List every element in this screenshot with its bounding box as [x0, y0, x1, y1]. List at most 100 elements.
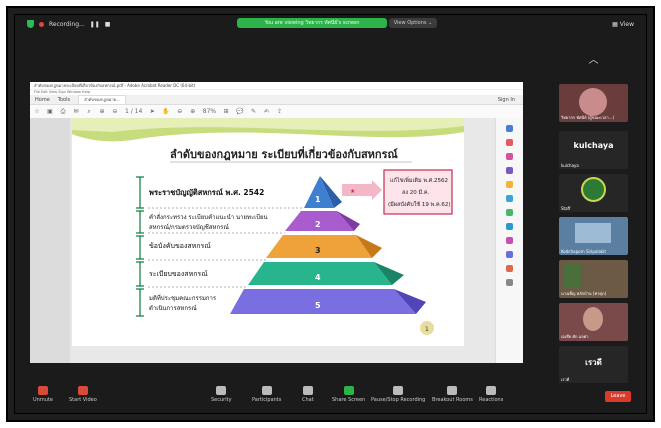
- participant-tile[interactable]: เรวดี เรวดี: [559, 346, 628, 384]
- leave-button[interactable]: Leave: [605, 391, 631, 402]
- participant-tile[interactable]: วิทยากร ทัศนีย์ (ผู้ขณะเวลา...): [559, 84, 628, 122]
- participant-name: เรวดี: [561, 377, 570, 382]
- start-video-button[interactable]: Start Video: [69, 386, 97, 403]
- zoom-level[interactable]: 87%: [203, 108, 216, 115]
- scroll-up-icon[interactable]: ︿: [529, 51, 646, 66]
- level-5-label-a: มติที่ประชุมคณะกรรมการ: [149, 294, 217, 302]
- export-pdf-icon[interactable]: [506, 139, 513, 146]
- redact-icon[interactable]: [506, 265, 513, 272]
- email-icon[interactable]: ✉: [73, 108, 79, 115]
- chat-button[interactable]: Chat: [302, 386, 314, 403]
- stop-icon[interactable]: ■: [105, 21, 111, 28]
- outer-frame: Recording... ❚❚ ■ You are viewing วิทยาก…: [6, 6, 655, 422]
- level-4-label: ระเบียบของสหกรณ์: [149, 270, 208, 278]
- left-margin: [30, 118, 70, 363]
- tab-document[interactable]: ลำดับของกฎหมาย...: [78, 95, 126, 104]
- unmute-button[interactable]: Unmute: [33, 386, 53, 403]
- participants-panel: ︿ วิทยากร ทัศนีย์ (ผู้ขณะเวลา...) kulcha…: [529, 37, 646, 398]
- level-4-number: 4: [315, 273, 321, 282]
- level-2-label-a: คำสั่งกระทรวง ระเบียบคำแนะนำ นายทะเบียน: [149, 213, 268, 221]
- participant-name-large: เรวดี: [585, 358, 602, 367]
- create-pdf-icon[interactable]: [506, 153, 513, 160]
- window-title: ลำดับของกฎหมายระเบียบที่เกี่ยวข้องกับสหก…: [30, 82, 523, 90]
- page-indicator[interactable]: 1 / 14: [125, 108, 142, 115]
- pause-recording-button[interactable]: Pause/Stop Recording: [371, 386, 425, 403]
- share-screen-icon: [343, 386, 354, 395]
- people-icon: [261, 386, 272, 395]
- recording-indicator[interactable]: Recording... ❚❚ ■: [27, 20, 110, 28]
- cursor-icon[interactable]: ➤: [149, 108, 155, 115]
- pause-icon[interactable]: ❚❚: [90, 21, 100, 28]
- participant-name: Kodchaporn Siripolakit: [561, 249, 606, 254]
- view-button[interactable]: ▦ View: [612, 21, 634, 28]
- participant-name: นางเพ็ญ หลักบ้าน (ท่าศุภ): [561, 291, 607, 296]
- star-icon[interactable]: ☆: [34, 108, 40, 115]
- security-button[interactable]: Security: [211, 386, 232, 403]
- participant-tile[interactable]: เอเชีย ศัก แลศา: [559, 303, 628, 341]
- control-bar: Unmute Start Video Security Participants…: [15, 383, 646, 413]
- comment-icon[interactable]: 💬: [236, 108, 243, 115]
- hand-icon[interactable]: ✋: [162, 108, 169, 115]
- print-icon[interactable]: ⎙: [60, 108, 66, 116]
- shield-icon: [216, 386, 227, 395]
- avatar: [583, 307, 603, 331]
- reactions-button[interactable]: Reactions: [479, 386, 503, 403]
- tab-home[interactable]: Home: [35, 97, 50, 103]
- fill-sign-icon[interactable]: [506, 237, 513, 244]
- participant-tile[interactable]: kulchaya kulchaya: [559, 131, 628, 169]
- view-options-button[interactable]: View Options ⌄: [389, 18, 437, 28]
- participant-name: kulchaya: [561, 163, 579, 168]
- participant-name: Staff: [561, 206, 571, 211]
- avatar: [579, 88, 607, 116]
- document-area: ลำดับของกฎหมาย ระเบียบที่เกี่ยวข้องกับสห…: [30, 118, 496, 363]
- save-icon[interactable]: ▣: [47, 108, 53, 115]
- edit-pdf-icon[interactable]: [506, 167, 513, 174]
- video-frame: [575, 223, 611, 243]
- level-3-label: ข้อบังคับของสหกรณ์: [149, 242, 211, 250]
- combine-icon[interactable]: [506, 195, 513, 202]
- search-icon[interactable]: ⌕: [86, 108, 92, 116]
- level-3-number: 3: [315, 246, 321, 255]
- pause-recording-label: Pause/Stop Recording: [371, 397, 426, 403]
- share-icon[interactable]: ⇪: [277, 108, 283, 115]
- zoom-tool-icon[interactable]: [506, 125, 513, 132]
- participant-tile[interactable]: นางเพ็ญ หลักบ้าน (ท่าศุภ): [559, 260, 628, 298]
- zoom-out-icon[interactable]: ⊖: [177, 108, 183, 115]
- start-video-label: Start Video: [69, 397, 97, 403]
- staff-logo: [581, 177, 606, 202]
- participants-button[interactable]: Participants: [252, 386, 281, 403]
- next-page-icon[interactable]: ⊖: [112, 108, 118, 115]
- fit-icon[interactable]: ⊞: [223, 108, 229, 115]
- level-1-label: พระราชบัญญัติสหกรณ์ พ.ศ. 2542: [149, 188, 264, 197]
- sign-icon[interactable]: ✍: [264, 108, 270, 115]
- slide-title: ลำดับของกฎหมาย ระเบียบที่เกี่ยวข้องกับสห…: [170, 146, 398, 161]
- share-screen-button[interactable]: Share Screen: [332, 386, 365, 403]
- callout-line-3: (มีผลบังคับใช้ 19 พ.ค.62): [388, 201, 451, 208]
- level-2-label-b: สหกรณ์/กรมตรวจบัญชีสหกรณ์: [149, 223, 229, 231]
- view-label: View: [619, 21, 634, 28]
- participant-name: เอเชีย ศัก แลศา: [561, 334, 589, 339]
- tab-row: Home Tools ลำดับของกฎหมาย... Sign In: [30, 95, 523, 105]
- breakout-rooms-button[interactable]: Breakout Rooms: [432, 386, 473, 403]
- arrow-star: ★: [350, 188, 355, 195]
- recording-label: Recording...: [49, 20, 85, 28]
- tab-tools[interactable]: Tools: [58, 97, 70, 103]
- callout-arrow: [342, 180, 382, 200]
- protect-icon[interactable]: [506, 251, 513, 258]
- comment-tool-icon[interactable]: [506, 181, 513, 188]
- chat-label: Chat: [302, 397, 314, 403]
- pause-stop-icon: [393, 386, 404, 395]
- participant-tile[interactable]: Staff: [559, 174, 628, 212]
- more-tools-icon[interactable]: [506, 279, 513, 286]
- participant-tile[interactable]: Kodchaporn Siripolakit: [559, 217, 628, 255]
- acrobat-toolbar: ☆ ▣ ⎙ ✉ ⌕ ⊕ ⊖ 1 / 14 ➤ ✋ ⊖ ⊕ 87% ⊞ 💬 ✎ ✍…: [30, 105, 523, 119]
- prev-page-icon[interactable]: ⊕: [99, 108, 105, 115]
- chat-icon: [302, 386, 313, 395]
- organize-icon[interactable]: [506, 209, 513, 216]
- participants-label: Participants: [252, 397, 282, 403]
- pen-icon[interactable]: ✎: [251, 108, 257, 115]
- zoom-in-icon[interactable]: ⊕: [190, 108, 196, 115]
- compress-icon[interactable]: [506, 223, 513, 230]
- level-brackets: [136, 176, 144, 317]
- sign-in-link[interactable]: Sign In: [498, 97, 523, 103]
